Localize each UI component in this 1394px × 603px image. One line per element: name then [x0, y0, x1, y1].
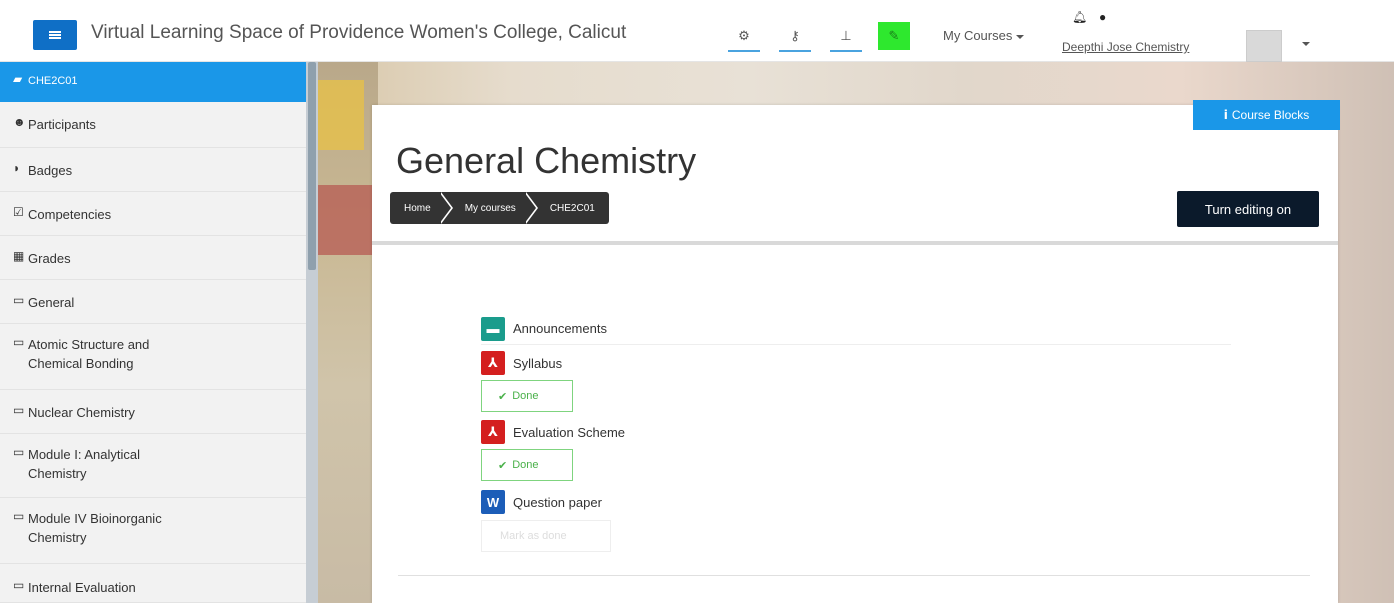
- chevron-down-icon[interactable]: [1302, 42, 1310, 46]
- my-courses-menu[interactable]: My Courses: [943, 28, 1025, 43]
- site-name[interactable]: Virtual Learning Space of Providence Wom…: [91, 22, 626, 44]
- folder-icon: ▭: [13, 403, 25, 417]
- mark-as-done-button[interactable]: Mark as done: [481, 520, 611, 552]
- breadcrumb-course[interactable]: CHE2C01: [550, 203, 595, 214]
- turn-editing-on-button[interactable]: Turn editing on: [1177, 191, 1319, 227]
- activity-question-paper[interactable]: W Question paper: [481, 488, 1231, 516]
- forum-icon: ▬: [481, 316, 505, 341]
- breadcrumb-separator: [438, 192, 455, 224]
- chevron-down-icon: [1016, 34, 1025, 39]
- sidebar-item-competencies[interactable]: ☑ Competencies: [0, 192, 306, 236]
- info-icon: ⅰ: [1223, 108, 1228, 122]
- menu-toggle-button[interactable]: [33, 20, 77, 50]
- sidebar-item-module-i[interactable]: ▭ Module I: Analytical Chemistry: [0, 434, 306, 498]
- cogs-icon[interactable]: ⚙: [728, 22, 760, 52]
- top-navbar: Virtual Learning Space of Providence Wom…: [0, 0, 1394, 62]
- breadcrumb: Home My courses CHE2C01: [390, 192, 609, 224]
- folder-icon: ▭: [13, 445, 25, 459]
- folder-icon: ▭: [13, 578, 25, 592]
- chat-icon[interactable]: ●: [1099, 10, 1106, 24]
- sitemap-icon[interactable]: ⊥: [830, 22, 862, 52]
- sidebar-item-nuclear-chemistry[interactable]: ▭ Nuclear Chemistry: [0, 390, 306, 434]
- breadcrumb-separator: [523, 192, 540, 224]
- folder-icon: ▭: [13, 293, 25, 307]
- activity-syllabus[interactable]: ⅄ Syllabus: [481, 349, 1231, 377]
- table-icon: ▦: [13, 249, 25, 263]
- divider: [398, 575, 1310, 576]
- sidebar-item-atomic-structure[interactable]: ▭ Atomic Structure and Chemical Bonding: [0, 324, 306, 390]
- avatar[interactable]: [1246, 30, 1282, 62]
- breadcrumb-my-courses[interactable]: My courses: [465, 203, 516, 214]
- activity-announcements[interactable]: ▬ Announcements: [481, 313, 1231, 345]
- bell-icon[interactable]: 🔔︎: [1072, 10, 1087, 24]
- sidebar-item-badges[interactable]: ◗ Badges: [0, 148, 306, 192]
- key-icon[interactable]: ⚷: [779, 22, 811, 52]
- activity-evaluation-scheme[interactable]: ⅄ Evaluation Scheme: [481, 418, 1231, 446]
- sidebar-item-course[interactable]: ▰ CHE2C01: [0, 62, 306, 102]
- menu-icon: [49, 34, 61, 36]
- sidebar-item-internal-evaluation[interactable]: ▭ Internal Evaluation: [0, 564, 306, 603]
- folder-icon: ▭: [13, 335, 25, 349]
- pdf-icon: ⅄: [481, 420, 505, 444]
- check-icon: ✔: [498, 390, 508, 403]
- edit-icon[interactable]: ✎: [878, 22, 910, 50]
- course-blocks-button[interactable]: ⅰ Course Blocks: [1193, 100, 1340, 130]
- users-icon: ☻: [13, 115, 26, 129]
- sidebar-scrollbar-thumb[interactable]: [308, 62, 316, 270]
- sidebar-item-general[interactable]: ▭ General: [0, 280, 306, 324]
- page-title: General Chemistry: [396, 140, 697, 181]
- shield-icon: ◗: [13, 161, 21, 175]
- check-square-icon: ☑: [13, 205, 24, 219]
- folder-icon: ▭: [13, 509, 25, 523]
- background-decoration: [318, 185, 378, 255]
- completion-done-button[interactable]: ✔ Done: [481, 449, 573, 481]
- sidebar: ▰ CHE2C01 ☻ Participants ◗ Badges ☑ Competen…: [0, 62, 318, 603]
- sidebar-item-participants[interactable]: ☻ Participants: [0, 102, 306, 148]
- pdf-icon: ⅄: [481, 351, 505, 375]
- background-decoration: [318, 80, 364, 150]
- word-icon: W: [481, 490, 505, 514]
- sidebar-item-grades[interactable]: ▦ Grades: [0, 236, 306, 280]
- sidebar-item-module-iv[interactable]: ▭ Module IV Bioinorganic Chemistry: [0, 498, 306, 564]
- graduation-cap-icon: ▰: [13, 72, 23, 86]
- breadcrumb-home[interactable]: Home: [404, 203, 431, 214]
- user-menu-name[interactable]: Deepthi Jose Chemistry: [1062, 40, 1189, 54]
- check-icon: ✔: [498, 459, 508, 472]
- completion-done-button[interactable]: ✔ Done: [481, 380, 573, 412]
